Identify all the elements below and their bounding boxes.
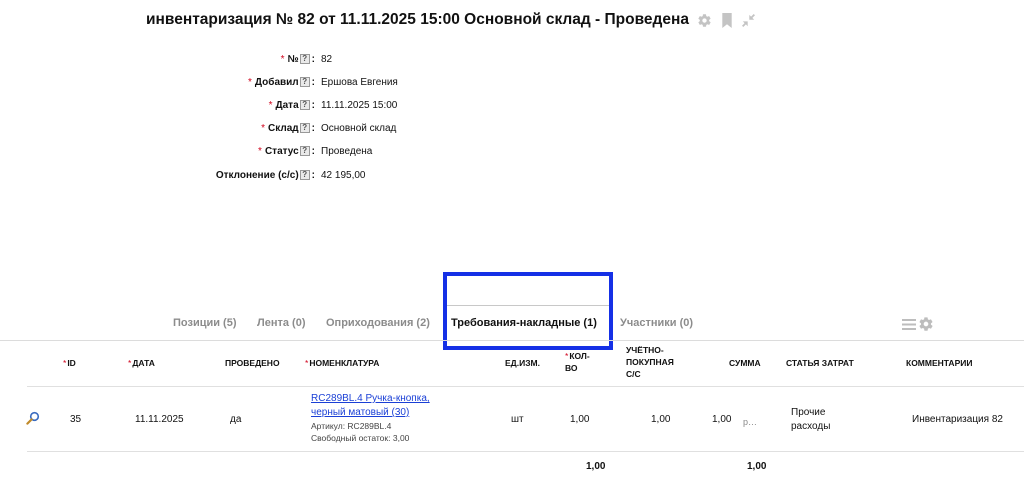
cell-nomenclature: RC289BL.4 Ручка-кнопка, черный матовый (… — [311, 392, 430, 444]
required-mark: * — [248, 76, 252, 88]
cell-sum-currency: р… — [743, 417, 758, 427]
required-mark: * — [258, 145, 262, 157]
tab-positions[interactable]: Позиции (5) — [173, 317, 237, 329]
field-value: 82 — [321, 53, 333, 65]
field-label: Статус — [264, 145, 299, 157]
item-free-stock: Свободный остаток: 3,00 — [311, 433, 410, 443]
field-value: Проведена — [321, 145, 373, 157]
field-label: Отклонение (с/с) — [215, 169, 299, 181]
bookmark-icon[interactable] — [719, 12, 735, 28]
help-icon[interactable]: ? — [299, 100, 310, 110]
gear-icon[interactable] — [697, 12, 713, 28]
header-id[interactable]: *ID — [63, 357, 76, 369]
field-label: Добавил — [254, 76, 299, 88]
help-icon[interactable]: ? — [299, 77, 310, 87]
table-settings-gear-icon[interactable] — [918, 316, 934, 337]
tab-tools — [902, 316, 934, 337]
cell-expense-item: Прочие расходы — [791, 407, 831, 432]
cell-quantity: 1,00 — [570, 414, 590, 425]
header-quantity[interactable]: *КОЛ- ВО — [565, 350, 590, 374]
field-value: Основной склад — [321, 122, 397, 134]
cell-cost: 1,00 — [651, 414, 671, 425]
page-title: инвентаризация № 82 от 11.11.2025 15:00 … — [146, 11, 689, 28]
active-tab-highlight — [443, 272, 613, 350]
table-top-divider — [0, 340, 1024, 341]
row-divider — [27, 451, 1024, 452]
field-label: № — [287, 53, 299, 65]
document-header: инвентаризация № 82 от 11.11.2025 15:00 … — [146, 11, 757, 29]
field-label: Склад — [268, 122, 299, 134]
total-sum: 1,00 — [747, 461, 767, 472]
required-mark: * — [261, 122, 266, 134]
header-posted[interactable]: ПРОВЕДЕНО — [225, 357, 280, 369]
collapse-icon[interactable] — [741, 12, 757, 28]
total-quantity: 1,00 — [586, 461, 606, 472]
header-unit[interactable]: ЕД.ИЗМ. — [505, 357, 540, 369]
header-sum[interactable]: СУММА — [729, 357, 761, 369]
required-mark: * — [280, 53, 285, 65]
field-value: Ершова Евгения — [321, 76, 398, 88]
header-comment[interactable]: КОММЕНТАРИИ — [906, 357, 972, 369]
tab-bar: Позиции (5) Лента (0) Оприходования (2) … — [0, 317, 1024, 331]
field-value: 11.11.2025 15:00 — [321, 99, 398, 111]
required-mark: * — [268, 99, 273, 111]
header-date[interactable]: *ДАТА — [128, 357, 155, 369]
active-tab-top-border — [443, 305, 611, 306]
cell-posted: да — [230, 414, 242, 425]
tab-feed[interactable]: Лента (0) — [257, 317, 306, 329]
title-actions — [697, 12, 757, 28]
help-icon[interactable]: ? — [299, 170, 310, 180]
field-label: Дата — [275, 99, 299, 111]
help-icon[interactable]: ? — [299, 146, 310, 156]
tab-participants[interactable]: Участники (0) — [620, 317, 693, 329]
cell-date: 11.11.2025 — [135, 414, 184, 425]
header-divider — [27, 386, 1024, 387]
header-nomenclature[interactable]: *НОМЕНКЛАТУРА — [305, 357, 379, 369]
search-icon[interactable] — [26, 411, 40, 425]
item-link[interactable]: RC289BL.4 Ручка-кнопка, черный матовый (… — [311, 392, 430, 420]
cell-id: 35 — [70, 414, 82, 425]
cell-unit: шт — [511, 414, 524, 425]
tab-requisition-invoices[interactable]: Требования-накладные (1) — [451, 317, 597, 329]
cell-sum: 1,00 — [712, 414, 732, 425]
help-icon[interactable]: ? — [299, 123, 310, 133]
item-sku: Артикул: RC289BL.4 — [311, 421, 392, 431]
help-icon[interactable]: ? — [299, 54, 310, 64]
cell-comment: Инвентаризация 82 — [912, 414, 1003, 425]
header-expense-item[interactable]: СТАТЬЯ ЗАТРАТ — [786, 357, 854, 369]
list-menu-icon[interactable] — [902, 318, 916, 336]
tab-receipts[interactable]: Оприходования (2) — [326, 317, 430, 329]
header-cost[interactable]: УЧЁТНО- ПОКУПНАЯ С/С — [626, 344, 674, 380]
field-value: 42 195,00 — [321, 169, 366, 181]
